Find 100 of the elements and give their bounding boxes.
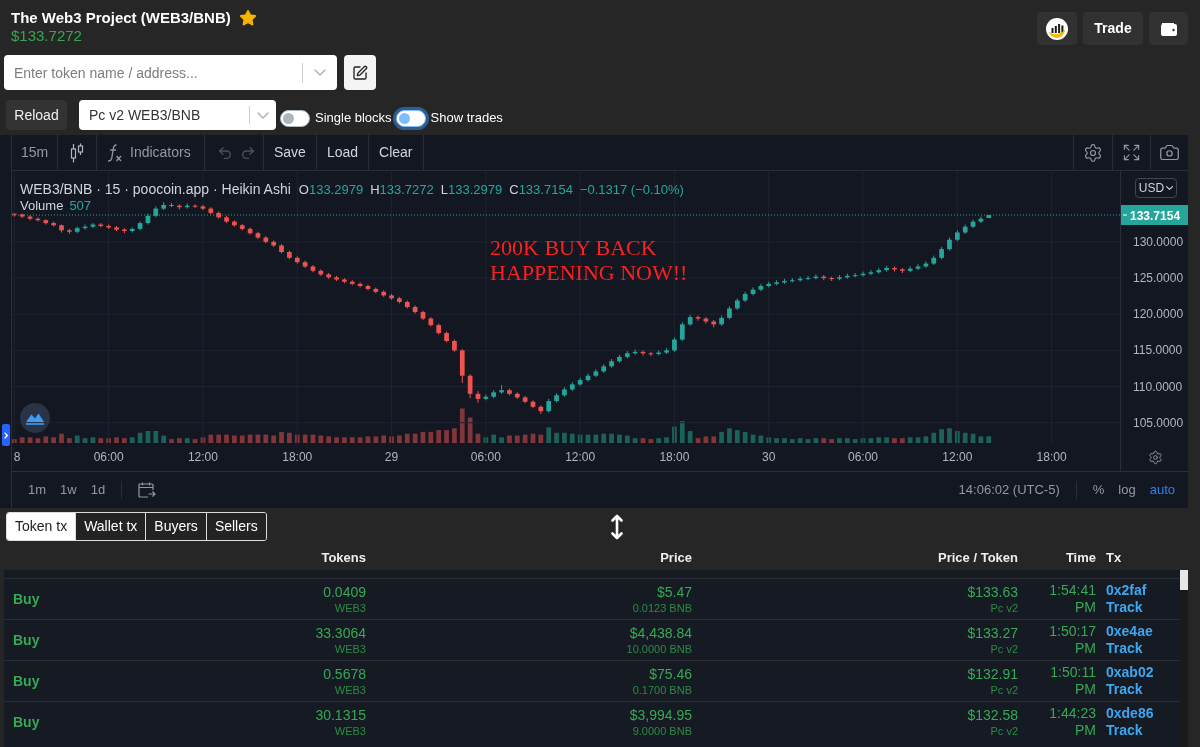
candle bbox=[617, 354, 622, 364]
expand-panel-button[interactable] bbox=[2, 424, 10, 446]
candle bbox=[939, 246, 944, 260]
trade-value-bnb: 9.0000 BNB bbox=[632, 723, 692, 738]
candle bbox=[727, 305, 732, 320]
scrollbar[interactable] bbox=[1180, 570, 1188, 747]
chart-logo-button[interactable] bbox=[1037, 12, 1077, 45]
candle bbox=[656, 349, 662, 356]
candle bbox=[232, 219, 237, 228]
candle bbox=[483, 394, 489, 401]
column-header: Price / Token bbox=[937, 548, 1019, 567]
chart-action-button[interactable]: Clear bbox=[369, 135, 424, 170]
candle bbox=[947, 237, 952, 252]
tx-link[interactable]: 0xde86 bbox=[1106, 705, 1154, 722]
exchange-name: Pc v2 bbox=[990, 641, 1018, 656]
trade-button[interactable]: Trade bbox=[1083, 12, 1143, 45]
price-per-token: $133.63 bbox=[967, 583, 1018, 601]
time-axis-label: 8 bbox=[13, 450, 21, 464]
candle bbox=[829, 276, 834, 282]
column-header: Tokens bbox=[320, 548, 367, 567]
wallet-button[interactable] bbox=[1149, 12, 1188, 45]
price-per-token: $132.58 bbox=[967, 706, 1018, 724]
candle bbox=[287, 250, 292, 260]
candle bbox=[632, 349, 638, 356]
candle bbox=[326, 272, 332, 280]
candle bbox=[444, 331, 449, 343]
chevron-down-icon bbox=[314, 69, 326, 76]
pair-select[interactable]: Pc v2 WEB3/BNB bbox=[79, 100, 276, 130]
toggle-switch[interactable] bbox=[280, 109, 310, 127]
chart-action-button[interactable]: Save bbox=[264, 135, 317, 170]
scale-option[interactable]: auto bbox=[1149, 480, 1175, 500]
track-link[interactable]: Track bbox=[1106, 640, 1143, 657]
time-axis-label: 12:00 bbox=[942, 450, 973, 464]
candle bbox=[255, 231, 261, 240]
edit-button[interactable] bbox=[344, 55, 376, 90]
volume-value: 507 bbox=[69, 199, 92, 213]
candle bbox=[122, 227, 127, 234]
range-button[interactable]: 1w bbox=[60, 480, 77, 500]
time-axis-label: 06:00 bbox=[470, 450, 501, 464]
interval-button[interactable]: 15m bbox=[12, 135, 58, 170]
toggle-label: Show trades bbox=[430, 109, 503, 128]
column-header: Price bbox=[659, 548, 693, 567]
candle bbox=[349, 279, 355, 286]
token-search-input[interactable]: Enter token name / address... bbox=[4, 55, 302, 90]
candle bbox=[907, 266, 913, 273]
candle bbox=[931, 255, 937, 266]
track-link[interactable]: Track bbox=[1106, 722, 1143, 739]
indicators-button[interactable]: Indicators bbox=[97, 135, 205, 170]
candle bbox=[216, 211, 222, 220]
axis-settings-icon[interactable] bbox=[1148, 450, 1163, 465]
legend-value-label: L bbox=[440, 181, 448, 199]
legend-value-label: H bbox=[370, 181, 380, 199]
candle bbox=[766, 281, 772, 288]
candle bbox=[860, 271, 866, 278]
candle bbox=[357, 281, 363, 288]
candle bbox=[970, 218, 976, 229]
candle bbox=[35, 216, 41, 223]
tab[interactable]: Sellers bbox=[205, 513, 266, 540]
candle bbox=[342, 277, 347, 284]
chevron-down-icon bbox=[257, 111, 269, 119]
chart-action-button[interactable]: Load bbox=[316, 135, 370, 170]
camera-icon bbox=[1159, 142, 1180, 163]
time-axis-label: 29 bbox=[384, 450, 399, 464]
time-axis-label: 06:00 bbox=[848, 450, 879, 464]
scale-option[interactable]: % bbox=[1092, 480, 1105, 500]
candle bbox=[892, 266, 897, 273]
tx-link[interactable]: 0xab02 bbox=[1106, 664, 1154, 681]
candle bbox=[507, 388, 512, 396]
candle bbox=[789, 277, 795, 283]
candle bbox=[742, 291, 748, 303]
candle bbox=[679, 321, 685, 342]
resize-arrow-icon[interactable] bbox=[610, 513, 623, 540]
candle bbox=[90, 222, 96, 229]
settings-icon bbox=[1083, 142, 1103, 163]
undo-icon bbox=[217, 144, 233, 161]
track-link[interactable]: Track bbox=[1106, 599, 1143, 616]
range-button[interactable]: 1m bbox=[28, 480, 47, 500]
scale-option[interactable]: log bbox=[1118, 480, 1136, 500]
currency-dropdown[interactable]: USD bbox=[1135, 178, 1177, 198]
track-link[interactable]: Track bbox=[1106, 681, 1143, 698]
favorite-star-icon[interactable] bbox=[238, 8, 257, 27]
candle bbox=[145, 213, 151, 226]
range-button[interactable]: 1d bbox=[90, 480, 106, 500]
time-axis-label: 18:00 bbox=[282, 450, 313, 464]
chevron-right-icon bbox=[4, 431, 8, 439]
chart-logo-icon bbox=[1046, 17, 1068, 40]
candle bbox=[467, 373, 473, 399]
tx-link[interactable]: 0x2faf bbox=[1106, 582, 1147, 599]
candle bbox=[569, 381, 575, 392]
candle bbox=[177, 203, 182, 210]
tx-link[interactable]: 0xe4ae bbox=[1106, 623, 1153, 640]
redo-icon bbox=[240, 144, 256, 161]
candle bbox=[184, 203, 190, 210]
candle bbox=[522, 395, 528, 404]
tab[interactable]: Token tx bbox=[7, 513, 76, 540]
reload-button[interactable]: Reload bbox=[6, 100, 67, 130]
candle bbox=[114, 225, 119, 232]
go-to-date-button[interactable] bbox=[138, 482, 157, 498]
candle bbox=[74, 226, 80, 234]
candle bbox=[955, 229, 960, 242]
